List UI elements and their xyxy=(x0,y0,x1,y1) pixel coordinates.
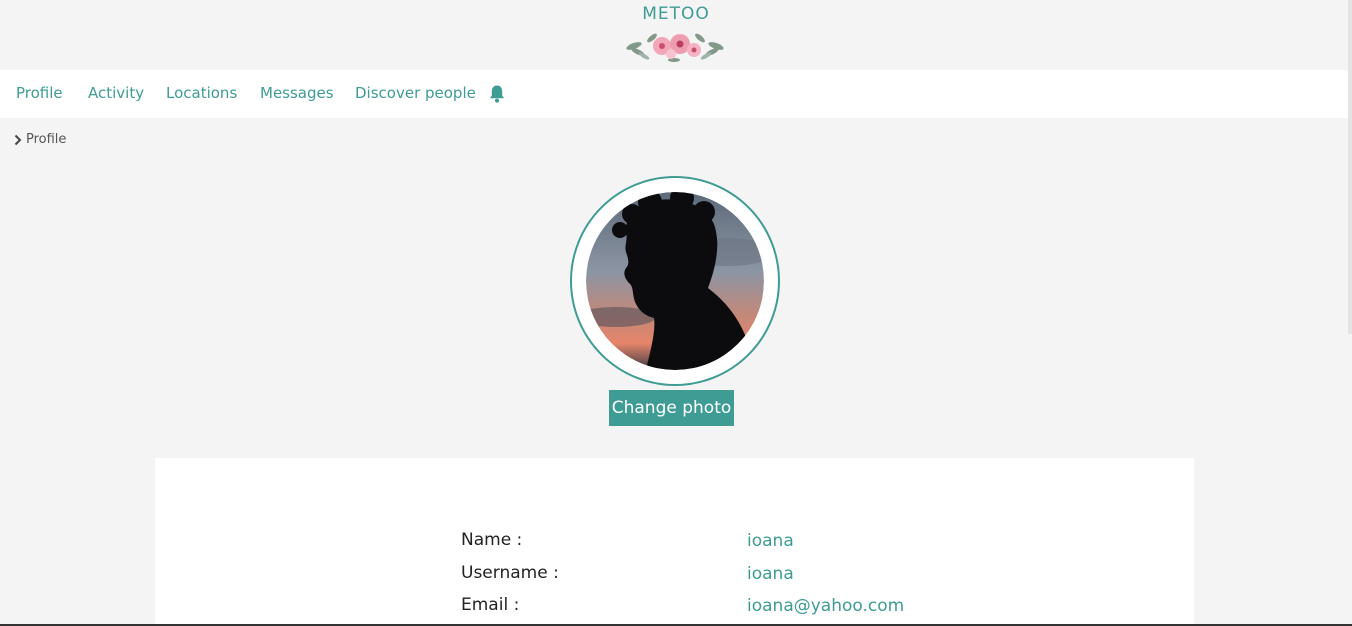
username-value: ioana xyxy=(747,564,794,584)
info-row-name: Name : ioana xyxy=(155,530,1194,560)
name-value: ioana xyxy=(747,531,794,551)
bell-icon[interactable] xyxy=(488,84,506,104)
info-row-username: Username : ioana xyxy=(155,563,1194,593)
chevron-right-icon xyxy=(14,134,22,145)
profile-info-card: Name : ioana Username : ioana Email : io… xyxy=(155,458,1194,626)
main-nav: Profile Activity Locations Messages Disc… xyxy=(0,70,1352,118)
avatar xyxy=(586,192,764,370)
username-label: Username : xyxy=(461,563,559,583)
email-value: ioana@yahoo.com xyxy=(747,596,905,616)
nav-item-discover-people[interactable]: Discover people xyxy=(355,84,476,102)
scrollbar[interactable] xyxy=(1348,0,1352,334)
site-header: METOO xyxy=(0,0,1352,70)
flower-garland-icon xyxy=(626,33,724,62)
profile-page: METOO Profile Activity Locations Message… xyxy=(0,0,1352,626)
email-label: Email : xyxy=(461,595,520,615)
nav-item-locations[interactable]: Locations xyxy=(166,84,237,102)
nav-item-messages[interactable]: Messages xyxy=(260,84,334,102)
breadcrumb: Profile xyxy=(14,132,66,147)
info-row-email: Email : ioana@yahoo.com xyxy=(155,595,1194,625)
change-photo-button[interactable]: Change photo xyxy=(609,390,734,426)
site-title[interactable]: METOO xyxy=(0,4,1352,24)
nav-item-activity[interactable]: Activity xyxy=(88,84,144,102)
name-label: Name : xyxy=(461,530,523,550)
breadcrumb-current[interactable]: Profile xyxy=(26,132,66,147)
nav-item-profile[interactable]: Profile xyxy=(16,84,63,102)
